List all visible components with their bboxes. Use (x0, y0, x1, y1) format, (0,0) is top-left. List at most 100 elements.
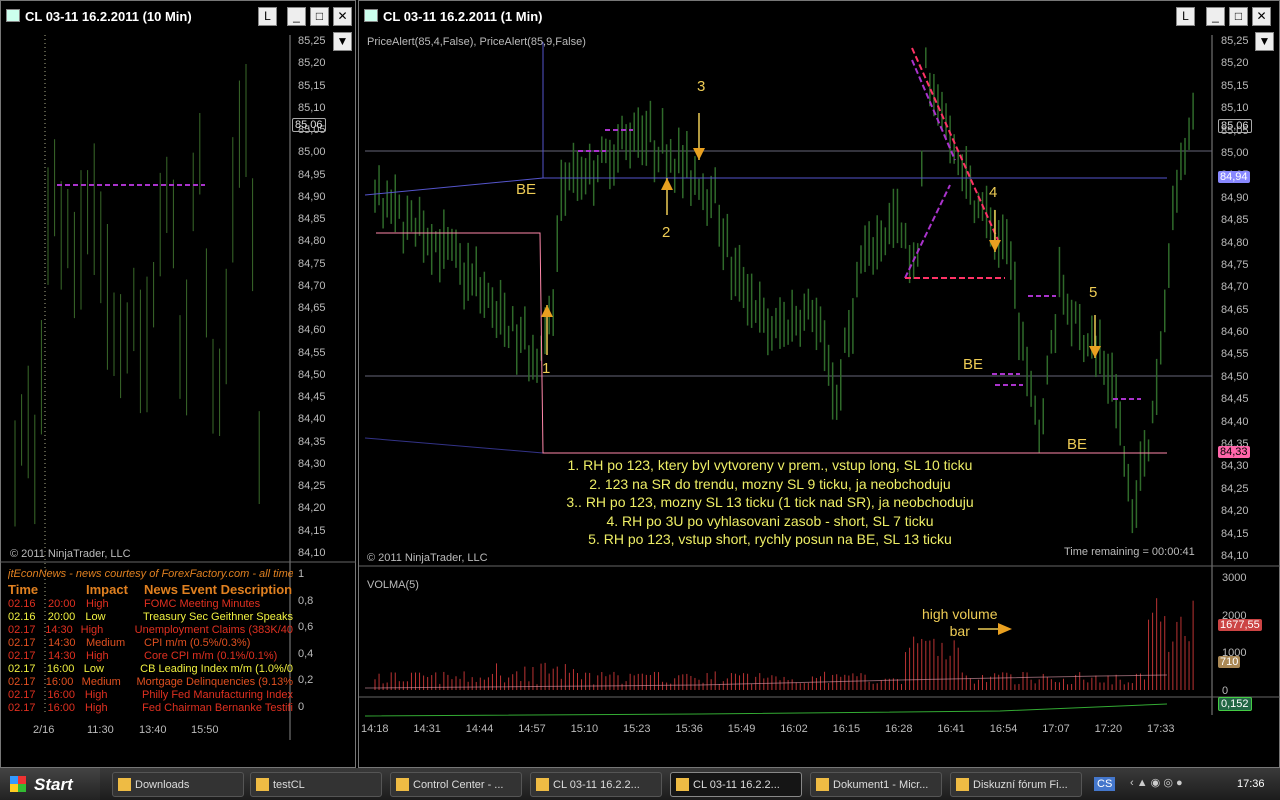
marker-1: 1 (542, 360, 551, 377)
price-tick: 84,90 (1221, 191, 1249, 204)
note-4: 4. RH po 3U po vyhlasovani zasob - short… (606, 512, 934, 529)
app-icon (396, 778, 409, 791)
price-tick: 84,20 (1221, 505, 1249, 518)
volume-tick: 3000 (1222, 572, 1247, 584)
price-tick: 84,50 (1221, 370, 1249, 383)
pink-level-box: 84,33 (1218, 446, 1250, 458)
taskbar-item-label: Dokument1 - Micr... (833, 779, 929, 791)
time-tick: 11:30 (87, 724, 114, 736)
trade-notes: 1. RH po 123, ktery byl vytvoreny v prem… (540, 456, 1000, 549)
bottom-indicator-box: 0,152 (1218, 697, 1252, 711)
price-tick: 84,15 (1221, 527, 1249, 540)
app-icon (536, 778, 549, 791)
indicator-tick: 0,2 (298, 674, 314, 686)
price-tick: 84,25 (1221, 482, 1249, 495)
main-price-chart[interactable] (0, 0, 1280, 768)
taskbar-item-label: Control Center - ... (413, 779, 504, 791)
price-tick: 84,30 (1221, 460, 1249, 473)
blue-lower-line (364, 437, 1167, 454)
blue-level-box: 84,94 (1218, 171, 1250, 183)
taskbar-item[interactable]: Dokument1 - Micr... (810, 772, 942, 797)
price-tick: 85,00 (1221, 146, 1249, 159)
arrow-1-head (541, 305, 553, 317)
start-button[interactable]: Start (0, 768, 100, 800)
trend-line (911, 47, 999, 241)
app-icon (956, 778, 969, 791)
taskbar-item-label: testCL (273, 779, 305, 791)
time-tick: 17:07 (1042, 723, 1070, 735)
indicator-label: PriceAlert(85,4,False), PriceAlert(85,9,… (367, 36, 586, 48)
volume-annotation: high volume bar (922, 606, 998, 639)
time-tick: 13:40 (139, 724, 167, 736)
windows-logo-icon (10, 776, 26, 792)
time-tick: 16:54 (989, 723, 1018, 735)
marker-2: 2 (662, 224, 671, 241)
time-tick: 14:44 (465, 723, 494, 735)
price-tick: 84,10 (1221, 550, 1249, 562)
price-tick: 84,60 (1221, 326, 1249, 339)
current-price-box: 85,06 (1218, 119, 1252, 133)
language-indicator[interactable]: CS (1094, 777, 1116, 791)
price-tick: 85,15 (1221, 79, 1249, 92)
price-tick: 85,20 (1221, 57, 1249, 70)
time-tick: 15:49 (727, 723, 756, 735)
time-remaining: Time remaining = 00:00:41 (1064, 546, 1195, 558)
volume-arrow-head (998, 623, 1012, 635)
price-tick: 84,80 (1221, 236, 1249, 249)
time-tick: 15:36 (675, 723, 703, 735)
be-label-3: BE (1067, 436, 1088, 453)
taskbar: Start Downloads testCL Control Center - ..… (0, 768, 1280, 800)
time-tick: 15:10 (570, 723, 599, 735)
main-copyright: © 2011 NinjaTrader, LLC (367, 552, 488, 564)
note-5: 5. RH po 123, vstup short, rychly posun … (588, 531, 952, 547)
bottom-indicator-line (364, 703, 1168, 717)
blue-level-line (364, 177, 1167, 196)
taskbar-item[interactable]: testCL (250, 772, 382, 797)
volume-tick: 0 (1222, 684, 1229, 697)
taskbar-item[interactable]: Diskuzní fórum Fi... (950, 772, 1082, 797)
tray-icons: ‹ ▲ ◉ ◎ ● (1130, 777, 1183, 789)
note-1: 1. RH po 123, ktery byl vytvoreny v prem… (567, 457, 973, 473)
volume-ma-line (364, 674, 1168, 689)
taskbar-item-label: CL 03-11 16.2.2... (553, 779, 640, 791)
app-icon (676, 778, 689, 791)
taskbar-item[interactable]: CL 03-11 16.2.2... (530, 772, 662, 797)
marker-5: 5 (1089, 284, 1098, 301)
indicator-tick: 0,4 (298, 647, 314, 660)
price-tick: 84,55 (1221, 348, 1249, 361)
arrow-2-head (661, 178, 673, 190)
taskbar-item[interactable]: Control Center - ... (390, 772, 522, 797)
price-tick: 84,40 (1221, 415, 1249, 428)
time-tick: 17:33 (1147, 723, 1175, 735)
be-label-2: BE (963, 356, 984, 373)
time-tick: 15:23 (623, 723, 651, 735)
app-icon (118, 778, 131, 791)
left-current-price-box: 85,06 (292, 118, 326, 132)
price-tick: 84,85 (1221, 214, 1249, 227)
trend-line (904, 184, 951, 279)
taskbar-item[interactable]: CL 03-11 16.2.2... (670, 772, 802, 797)
time-tick: 15:50 (191, 724, 219, 736)
app-icon (256, 778, 269, 791)
indicator-tick: 0,8 (298, 594, 314, 607)
taskbar-item-label: Downloads (135, 779, 190, 791)
indicator-tick: 0,6 (298, 621, 314, 633)
time-tick: 2/16 (33, 724, 55, 736)
indicator-tick: 0 (298, 700, 305, 713)
taskbar-item[interactable]: Downloads (112, 772, 244, 797)
taskbar-item-label: Diskuzní fórum Fi... (973, 779, 1068, 791)
volume-tick: 2000 (1222, 609, 1247, 622)
note-2: 2. 123 na SR do trendu, mozny SL 9 ticku… (589, 475, 951, 492)
price-tick: 84,70 (1221, 281, 1249, 294)
volume-label: VOLMA(5) (367, 579, 419, 591)
time-tick: 17:20 (1094, 723, 1123, 735)
price-tick: 84,65 (1221, 303, 1249, 316)
price-tick: 84,45 (1221, 393, 1249, 406)
time-tick: 16:02 (780, 723, 808, 735)
app-icon (816, 778, 829, 791)
price-tick: 85,25 (1221, 35, 1249, 47)
time-tick: 14:57 (518, 723, 546, 735)
price-tick: 84,75 (1221, 258, 1249, 271)
clock: 17:36 (1237, 778, 1265, 790)
price-tick: 85,10 (1221, 102, 1249, 115)
